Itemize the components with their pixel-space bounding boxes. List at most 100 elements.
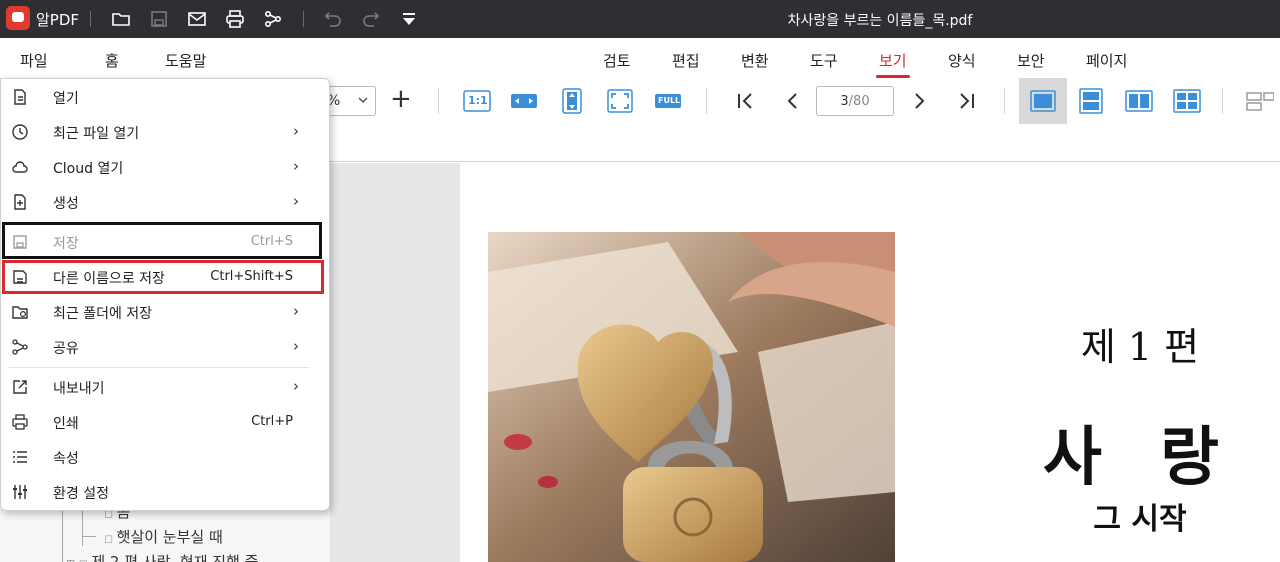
menu-open[interactable]: 열기 bbox=[1, 80, 329, 114]
menu-share[interactable]: 공유 › bbox=[1, 330, 329, 364]
fit-height-icon[interactable] bbox=[557, 87, 587, 115]
document-subtitle: 그 시작 bbox=[1093, 502, 1187, 537]
highlight-box-red bbox=[2, 260, 324, 294]
tree-line bbox=[82, 536, 96, 537]
menu-help[interactable]: 도움말 bbox=[165, 50, 206, 71]
next-page-icon[interactable] bbox=[904, 87, 934, 115]
two-page-view-icon[interactable] bbox=[1124, 87, 1154, 115]
menu-label: 속성 bbox=[53, 451, 79, 467]
open-folder-icon[interactable] bbox=[111, 9, 131, 29]
single-page-view-icon[interactable] bbox=[1028, 87, 1058, 115]
menu-shortcut: Ctrl+P bbox=[251, 414, 293, 429]
chevron-right-icon: › bbox=[293, 122, 299, 140]
chevron-right-icon: › bbox=[293, 157, 299, 175]
menu-properties[interactable]: 속성 bbox=[1, 440, 329, 474]
file-menu-dropdown: 열기 최근 파일 열기 › Cloud 열기 › 생성 › 저장 Ctrl+S … bbox=[0, 78, 330, 511]
menu-file[interactable]: 파일 bbox=[20, 50, 48, 71]
divider bbox=[1004, 88, 1005, 114]
actual-size-button[interactable]: 1:1 bbox=[462, 87, 492, 115]
chevron-down-icon bbox=[358, 97, 368, 104]
print-icon[interactable] bbox=[225, 9, 245, 29]
divider bbox=[303, 11, 304, 27]
menu-cloud-open[interactable]: Cloud 열기 › bbox=[1, 150, 329, 184]
divider bbox=[90, 11, 91, 27]
chevron-right-icon: › bbox=[293, 337, 299, 355]
divider bbox=[438, 88, 439, 114]
create-file-icon bbox=[11, 193, 29, 211]
full-screen-button[interactable]: FULL bbox=[653, 87, 683, 115]
sliders-icon bbox=[11, 483, 29, 501]
folder-save-icon bbox=[11, 303, 29, 321]
grid-view-icon[interactable] bbox=[1172, 87, 1202, 115]
menu-recent-files[interactable]: 최근 파일 열기 › bbox=[1, 115, 329, 149]
menu-label: Cloud 열기 bbox=[53, 161, 124, 177]
zoom-in-button[interactable]: + bbox=[390, 84, 412, 114]
menu-save-recent-folder[interactable]: 최근 폴더에 저장 › bbox=[1, 295, 329, 329]
divider bbox=[1222, 88, 1223, 114]
undo-icon[interactable] bbox=[323, 9, 343, 29]
first-page-icon[interactable] bbox=[730, 87, 760, 115]
menu-label: 공유 bbox=[53, 341, 79, 357]
mail-icon[interactable] bbox=[187, 9, 207, 29]
layout-options-icon[interactable] bbox=[1244, 87, 1275, 115]
menu-label: 환경 설정 bbox=[53, 486, 109, 502]
app-window: 알PDF 차사랑을 부르는 이름들_목.pdf 파일 홈 도움말 검토 편집 변… bbox=[0, 0, 1280, 562]
menu-label: 최근 파일 열기 bbox=[53, 126, 140, 142]
highlight-box-black bbox=[2, 222, 322, 259]
page-number-input[interactable]: 3/80 bbox=[816, 86, 894, 116]
bookmark-item[interactable]: ⊞ ◻ 제 2 편 사랑, 현재 진행 중 bbox=[66, 551, 258, 562]
tab-convert[interactable]: 변환 bbox=[741, 50, 769, 71]
chevron-right-icon: › bbox=[293, 192, 299, 210]
tab-security[interactable]: 보안 bbox=[1017, 50, 1045, 71]
menu-bar: 파일 홈 도움말 검토 편집 변환 도구 보기 양식 보안 페이지 bbox=[0, 38, 1280, 78]
menu-label: 생성 bbox=[53, 196, 79, 212]
save-icon[interactable] bbox=[149, 9, 169, 29]
title-bar: 알PDF 차사랑을 부르는 이름들_목.pdf bbox=[0, 0, 1280, 38]
total-pages: /80 bbox=[848, 94, 870, 109]
document-part-heading: 제 1 편 bbox=[1080, 325, 1200, 369]
open-file-icon bbox=[11, 88, 29, 106]
tab-view[interactable]: 보기 bbox=[876, 50, 910, 78]
heart-lock-photo bbox=[488, 232, 895, 562]
tab-tools[interactable]: 도구 bbox=[810, 50, 838, 71]
menu-home[interactable]: 홈 bbox=[105, 50, 119, 71]
export-icon bbox=[11, 378, 29, 396]
share-icon bbox=[11, 338, 29, 356]
menu-label: 인쇄 bbox=[53, 416, 79, 432]
fit-width-icon[interactable] bbox=[509, 87, 539, 115]
cloud-icon bbox=[11, 158, 29, 176]
fit-page-icon[interactable] bbox=[605, 87, 635, 115]
bookmark-item[interactable]: ◻ 햇살이 눈부실 때 bbox=[104, 526, 223, 547]
menu-label: 최근 폴더에 저장 bbox=[53, 306, 153, 322]
menu-label: 열기 bbox=[53, 91, 79, 107]
document-title-heading: 사 랑 bbox=[1042, 420, 1238, 495]
prev-page-icon[interactable] bbox=[778, 87, 808, 115]
divider bbox=[706, 88, 707, 114]
actual-size-label: 1:1 bbox=[468, 94, 488, 107]
app-logo-icon[interactable] bbox=[6, 6, 30, 30]
tab-forms[interactable]: 양식 bbox=[948, 50, 976, 71]
print-icon bbox=[11, 413, 29, 431]
menu-preferences[interactable]: 환경 설정 bbox=[1, 475, 329, 509]
last-page-icon[interactable] bbox=[952, 87, 982, 115]
document-title: 차사랑을 부르는 이름들_목.pdf bbox=[787, 13, 973, 29]
menu-print[interactable]: 인쇄 Ctrl+P bbox=[1, 405, 329, 439]
menu-label: 내보내기 bbox=[53, 381, 105, 397]
continuous-view-icon[interactable] bbox=[1076, 87, 1106, 115]
redo-icon[interactable] bbox=[361, 9, 381, 29]
tab-edit[interactable]: 편집 bbox=[672, 50, 700, 71]
menu-export[interactable]: 내보내기 › bbox=[1, 370, 329, 404]
menu-create[interactable]: 생성 › bbox=[1, 185, 329, 219]
tab-review[interactable]: 검토 bbox=[603, 50, 631, 71]
bookmark-label: 햇살이 눈부실 때 bbox=[116, 528, 223, 546]
bookmark-label: 제 2 편 사랑, 현재 진행 중 bbox=[91, 553, 259, 562]
current-page: 3 bbox=[840, 94, 849, 109]
chevron-right-icon: › bbox=[293, 302, 299, 320]
tab-pages[interactable]: 페이지 bbox=[1086, 50, 1127, 71]
quick-menu-icon[interactable] bbox=[399, 9, 419, 29]
chevron-right-icon: › bbox=[293, 377, 299, 395]
divider bbox=[9, 367, 309, 368]
list-icon bbox=[11, 448, 29, 466]
full-screen-label: FULL bbox=[658, 96, 681, 105]
share-icon[interactable] bbox=[263, 9, 283, 29]
